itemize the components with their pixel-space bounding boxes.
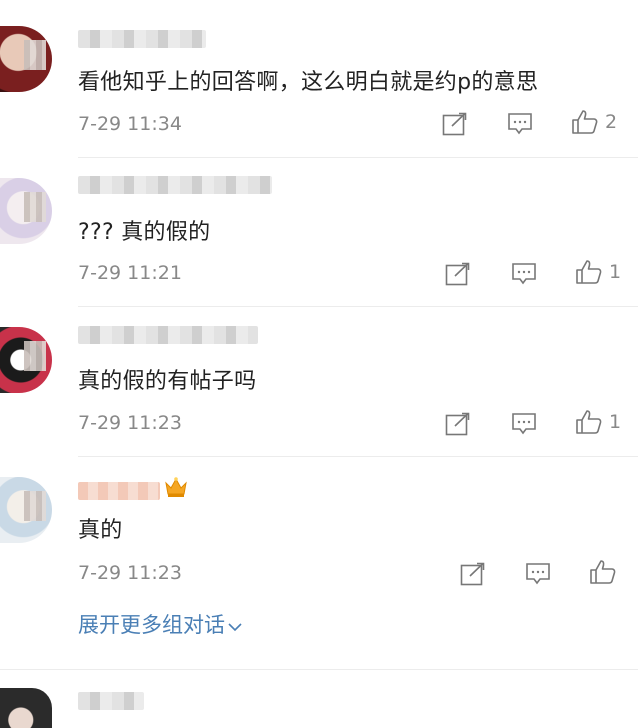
share-icon <box>445 412 470 436</box>
share-icon <box>445 262 470 286</box>
username-blurred[interactable] <box>78 482 160 500</box>
comment-time: 7-29 11:34 <box>78 113 182 135</box>
thumbs-up-icon <box>572 110 598 134</box>
comment-item <box>0 670 638 728</box>
expand-label: 展开更多组对话 <box>78 613 225 637</box>
share-button[interactable] <box>445 262 471 286</box>
reply-button[interactable] <box>507 112 533 136</box>
username-blurred[interactable] <box>78 30 206 48</box>
username-blurred[interactable] <box>78 326 258 344</box>
comment-time: 7-29 11:21 <box>78 262 182 284</box>
divider <box>78 157 638 158</box>
comment-time: 7-29 11:23 <box>78 562 182 584</box>
comment-text: 真的 <box>78 518 123 543</box>
comment-text: 真的假的有帖子吗 <box>78 369 257 394</box>
comment-icon <box>526 563 550 585</box>
avatar[interactable] <box>0 26 52 92</box>
comment-time: 7-29 11:23 <box>78 412 182 434</box>
username-blurred[interactable] <box>78 692 144 710</box>
comment-icon <box>508 113 532 135</box>
share-icon <box>442 112 467 136</box>
reply-button[interactable] <box>525 562 551 586</box>
reply-button[interactable] <box>511 262 537 286</box>
like-button[interactable] <box>589 559 617 585</box>
like-button[interactable]: 1 <box>575 409 621 435</box>
reply-button[interactable] <box>511 412 537 436</box>
like-button[interactable]: 1 <box>575 259 621 285</box>
avatar[interactable] <box>0 178 52 244</box>
like-count: 1 <box>609 261 622 283</box>
divider <box>78 306 638 307</box>
like-button[interactable]: 2 <box>571 109 617 135</box>
thumbs-up-icon <box>576 260 602 284</box>
share-button[interactable] <box>445 412 471 436</box>
expand-more-conversations-link[interactable]: 展开更多组对话 <box>78 609 242 639</box>
comment-item: 看他知乎上的回答啊，这么明白就是约p的意思 7-29 11:34 2 <box>0 0 638 160</box>
comment-text: ??? 真的假的 <box>78 220 211 245</box>
share-button[interactable] <box>460 562 486 586</box>
username-blurred[interactable] <box>78 176 272 194</box>
avatar[interactable] <box>0 477 52 543</box>
avatar[interactable] <box>0 688 52 728</box>
avatar[interactable] <box>0 327 52 393</box>
chevron-down-icon <box>228 623 242 632</box>
thumbs-up-icon <box>590 560 616 584</box>
thumbs-up-icon <box>576 410 602 434</box>
comment-icon <box>512 413 536 435</box>
share-button[interactable] <box>442 112 468 136</box>
comment-icon <box>512 263 536 285</box>
comment-item: ??? 真的假的 7-29 11:21 1 <box>0 160 638 310</box>
divider <box>78 456 638 457</box>
share-icon <box>460 562 485 586</box>
comment-text: 看他知乎上的回答啊，这么明白就是约p的意思 <box>78 70 539 95</box>
like-count: 1 <box>609 411 622 433</box>
comment-item: 真的假的有帖子吗 7-29 11:23 1 <box>0 310 638 460</box>
crown-icon <box>165 477 187 497</box>
like-count: 2 <box>605 111 618 133</box>
